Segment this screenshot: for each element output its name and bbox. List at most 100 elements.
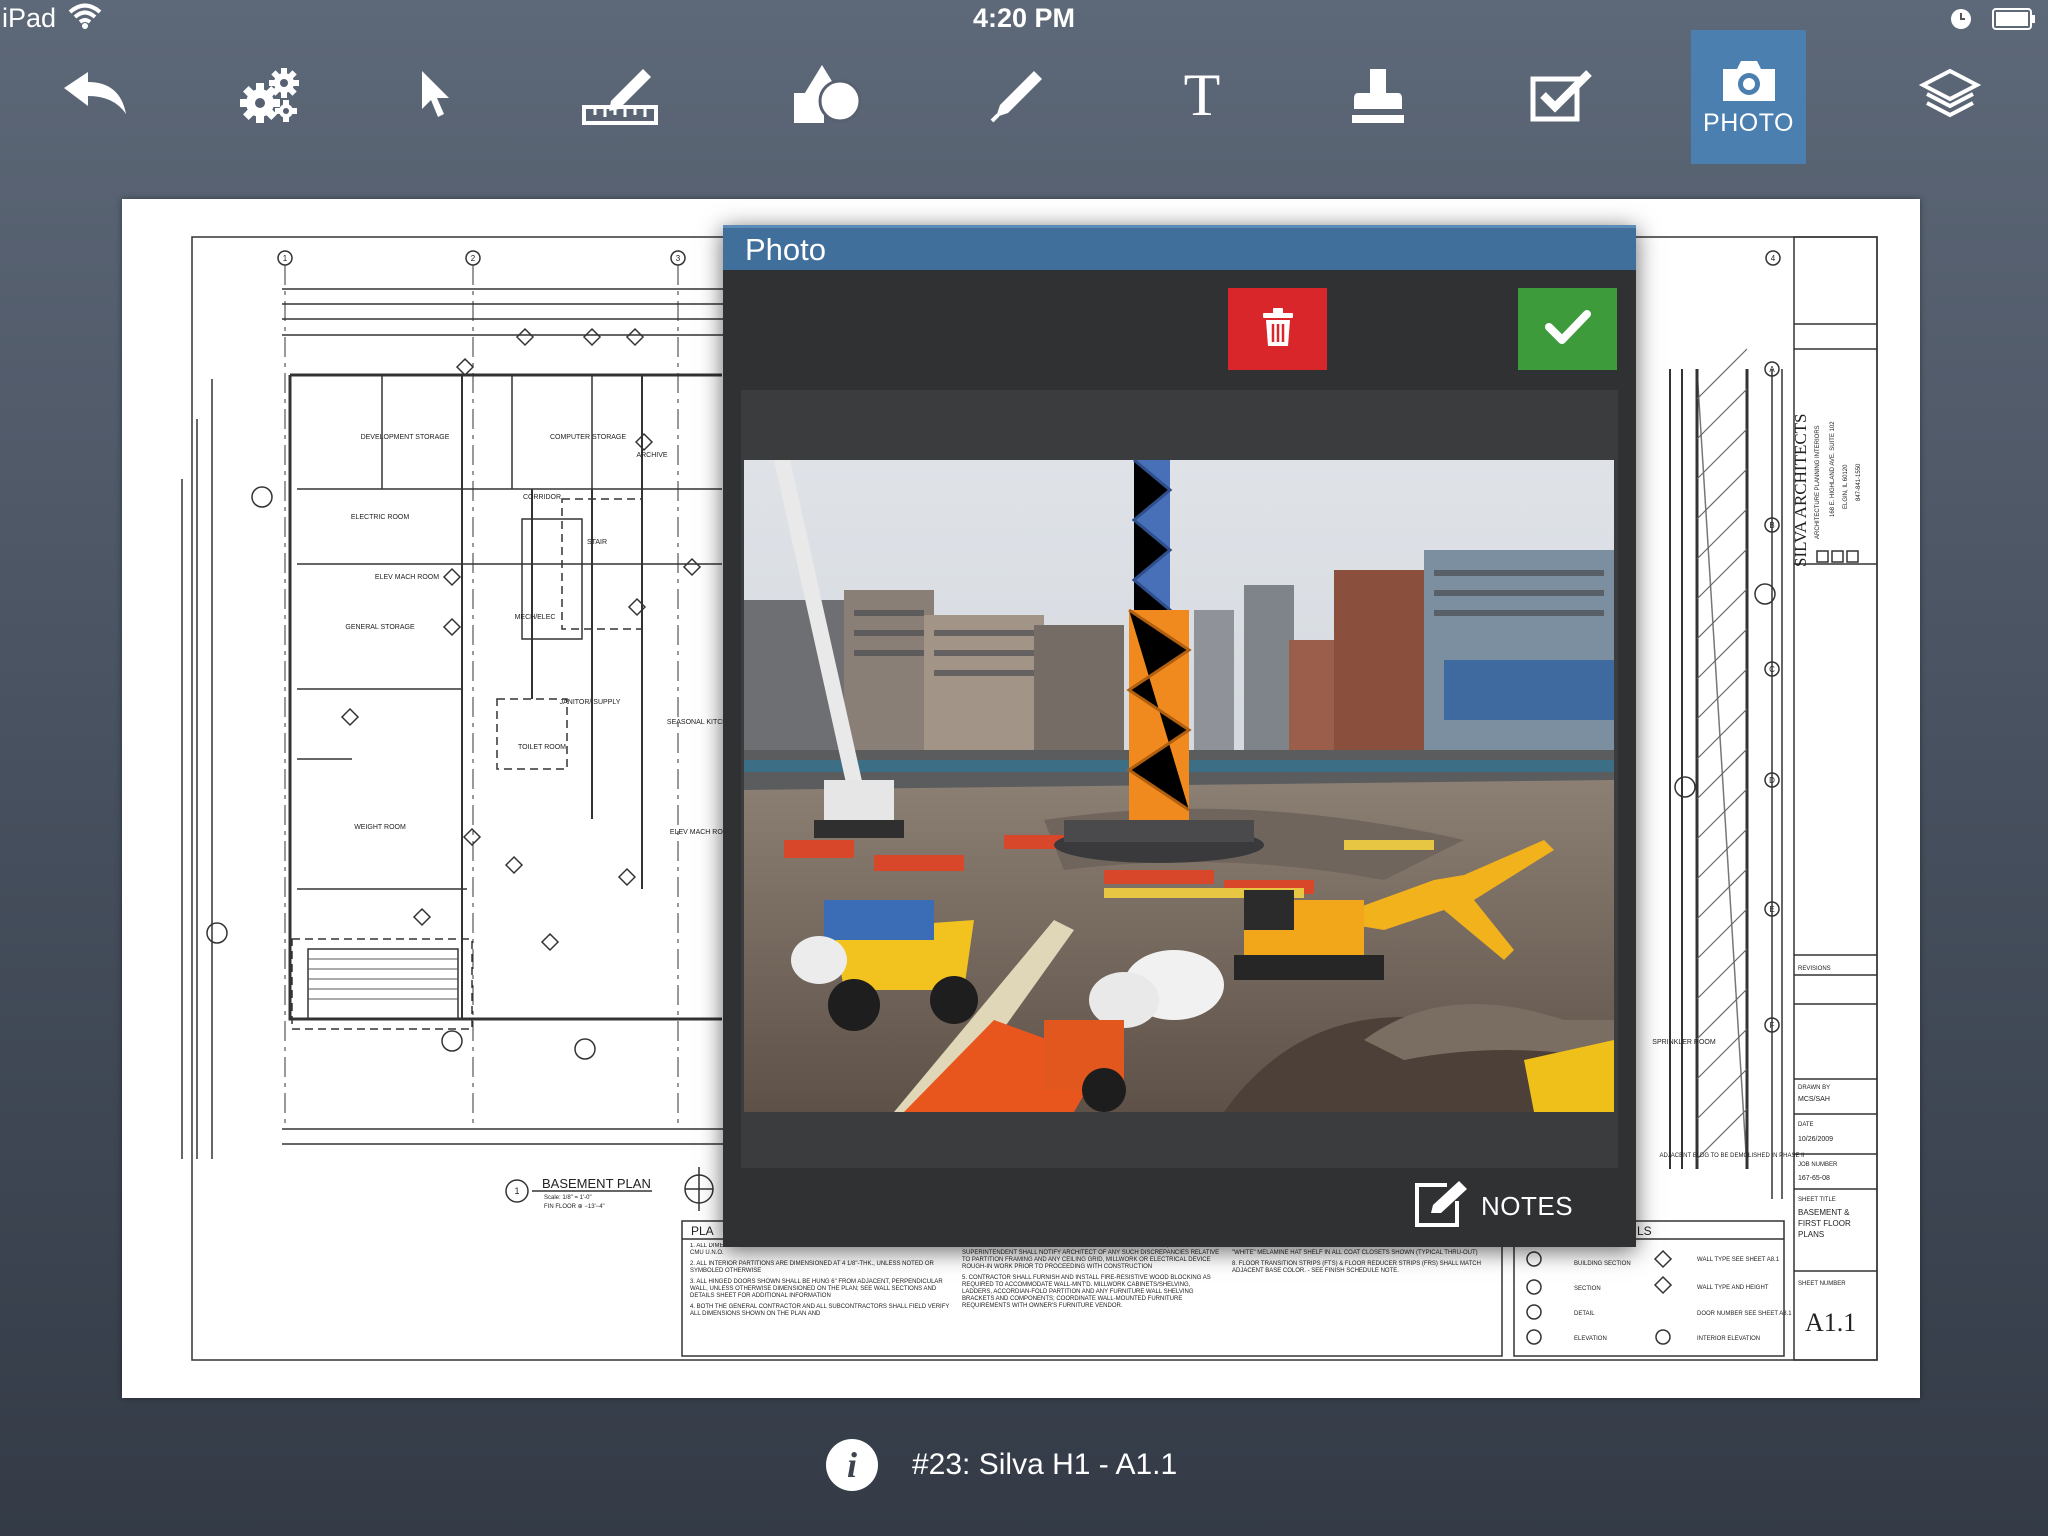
photo-tool-label: PHOTO bbox=[1703, 108, 1794, 137]
checkbox-icon bbox=[1529, 67, 1595, 123]
back-button[interactable] bbox=[55, 36, 135, 154]
room-label: ARCHIVE bbox=[636, 452, 667, 459]
legend-item: INTERIOR ELEVATION bbox=[1697, 1336, 1760, 1342]
grid-letter: F bbox=[1770, 1021, 1775, 1030]
room-label: MECH/ELEC bbox=[515, 614, 556, 621]
adjacent-label: ADJACENT BLDG TO BE DEMOLISHED IN PHASE … bbox=[1659, 1153, 1804, 1159]
room-label: CORRIDOR bbox=[523, 494, 561, 501]
general-note: 2. ALL INTERIOR PARTITIONS ARE DIMENSION… bbox=[690, 1261, 934, 1274]
firm-line: 168 E. HIGHLAND AVE. SUITE 102 bbox=[1830, 421, 1836, 517]
grid-letter: B bbox=[1769, 521, 1774, 530]
sheet-title-line: BASEMENT & bbox=[1798, 1208, 1850, 1217]
legend-item: ELEVATION bbox=[1574, 1336, 1607, 1342]
text-tool-button[interactable]: T bbox=[1162, 36, 1242, 154]
pen-tool-button[interactable] bbox=[980, 36, 1056, 154]
revisions-label: REVISIONS bbox=[1798, 966, 1831, 972]
room-label: DEVELOPMENT STORAGE bbox=[361, 434, 450, 441]
legend-heading: LS bbox=[1637, 1224, 1652, 1238]
general-note: 8. FLOOR TRANSITION STRIPS (FTS) & FLOOR… bbox=[1232, 1261, 1481, 1274]
room-label: SPRINKLER ROOM bbox=[1652, 1039, 1716, 1046]
ruler-pencil-icon bbox=[581, 63, 661, 127]
legend-item: WALL TYPE AND HEIGHT bbox=[1697, 1285, 1769, 1291]
plan-scale: Scale: 1/8" = 1'-0" bbox=[544, 1195, 592, 1201]
notes-button[interactable]: NOTES bbox=[1413, 1180, 1573, 1232]
job-number-label: JOB NUMBER bbox=[1798, 1162, 1838, 1168]
job-number-value: 167-65-08 bbox=[1798, 1175, 1830, 1182]
layers-icon bbox=[1919, 67, 1981, 123]
room-label: COMPUTER STORAGE bbox=[550, 434, 626, 441]
settings-button[interactable] bbox=[230, 36, 310, 154]
notes-label: NOTES bbox=[1481, 1190, 1574, 1221]
room-label: JANITOR/ SUPPLY bbox=[560, 699, 621, 706]
grid-number: 1 bbox=[283, 254, 288, 263]
plan-title: BASEMENT PLAN bbox=[542, 1176, 651, 1191]
general-note: 4. BOTH THE GENERAL CONTRACTOR AND ALL S… bbox=[690, 1304, 950, 1317]
general-note: 5. CONTRACTOR SHALL FURNISH AND INSTALL … bbox=[962, 1275, 1211, 1309]
select-tool-button[interactable] bbox=[405, 36, 465, 154]
shapes-icon bbox=[792, 63, 864, 127]
legend-item: SECTION bbox=[1574, 1286, 1601, 1292]
room-label: STAIR bbox=[587, 539, 607, 546]
sheet-title-line: FIRST FLOOR bbox=[1798, 1219, 1851, 1228]
camera-icon bbox=[1719, 57, 1779, 103]
pointer-arrow-icon bbox=[418, 69, 452, 121]
shapes-tool-button[interactable] bbox=[788, 36, 868, 154]
checkmark-icon bbox=[1544, 309, 1591, 350]
construction-site-photo[interactable] bbox=[744, 460, 1614, 1112]
info-icon[interactable]: i bbox=[826, 1439, 878, 1491]
stamp-tool-button[interactable] bbox=[1340, 36, 1416, 154]
photo-frame bbox=[741, 390, 1618, 1168]
photo-tool-button[interactable]: PHOTO bbox=[1691, 30, 1806, 164]
firm-line: ARCHITECTURE PLANNING INTERIORS bbox=[1815, 425, 1821, 539]
document-footer: i #23: Silva H1 - A1.1 bbox=[826, 1437, 1177, 1493]
date-value: 10/26/2009 bbox=[1798, 1136, 1833, 1143]
dialog-header: Photo bbox=[723, 225, 1636, 270]
delete-photo-button[interactable] bbox=[1228, 288, 1327, 370]
room-label: ELEV MACH ROOM bbox=[375, 574, 439, 581]
checklist-tool-button[interactable] bbox=[1522, 36, 1602, 154]
grid-letter: C bbox=[1769, 665, 1775, 674]
grid-letter: E bbox=[1769, 905, 1774, 914]
legend-item: BUILDING SECTION bbox=[1574, 1261, 1631, 1267]
pen-icon bbox=[988, 65, 1048, 125]
grid-number: 3 bbox=[676, 254, 681, 263]
drawn-by-label: DRAWN BY bbox=[1798, 1085, 1830, 1091]
battery-icon bbox=[1992, 6, 2036, 37]
general-note: SHALL NOTIFY SUPERINTENDENT OF ANY DISCR… bbox=[962, 1243, 1220, 1270]
confirm-photo-button[interactable] bbox=[1518, 288, 1617, 370]
date-label: DATE bbox=[1798, 1122, 1814, 1128]
room-label: WEIGHT ROOM bbox=[354, 824, 406, 831]
sheet-number-value: A1.1 bbox=[1805, 1308, 1856, 1337]
grid-number: 2 bbox=[471, 254, 476, 263]
firm-name: SILVA ARCHITECTS bbox=[1791, 413, 1810, 567]
grid-number: 4 bbox=[1771, 254, 1776, 263]
sheet-title-label: SHEET TITLE bbox=[1798, 1197, 1836, 1203]
plan-number: 1 bbox=[514, 1186, 519, 1196]
legend-item: DETAIL bbox=[1574, 1311, 1595, 1317]
legend-item: WALL TYPE SEE SHEET A8.1 bbox=[1697, 1257, 1780, 1263]
firm-line: ELGIN, IL 60120 bbox=[1843, 464, 1849, 509]
measure-tool-button[interactable] bbox=[578, 36, 664, 154]
sheet-title-line: PLANS bbox=[1798, 1230, 1824, 1239]
document-title: #23: Silva H1 - A1.1 bbox=[912, 1448, 1178, 1481]
dialog-title: Photo bbox=[745, 232, 827, 267]
edit-note-icon bbox=[1413, 1179, 1471, 1234]
legend-item: DOOR NUMBER SEE SHEET A8.1 bbox=[1697, 1311, 1792, 1317]
trash-icon bbox=[1261, 307, 1295, 352]
grid-letter: D bbox=[1769, 776, 1775, 785]
notes-heading: PLA bbox=[691, 1224, 714, 1238]
drawn-by-value: MCS/SAH bbox=[1798, 1096, 1830, 1103]
grid-letter: A bbox=[1769, 365, 1775, 374]
general-note: 3. ALL HINGED DOORS SHOWN SHALL BE HUNG … bbox=[690, 1279, 943, 1299]
firm-line: 847-841-1550 bbox=[1856, 463, 1862, 501]
room-label: ELECTRIC ROOM bbox=[351, 514, 410, 521]
undo-arrow-icon bbox=[60, 70, 130, 120]
photo-dialog: Photo NOTES bbox=[723, 225, 1636, 1247]
room-label: GENERAL STORAGE bbox=[345, 624, 415, 631]
plan-floor: FIN FLOOR ⊕ −13'−4" bbox=[544, 1204, 605, 1210]
stamp-icon bbox=[1350, 65, 1406, 125]
layers-button[interactable] bbox=[1910, 36, 1990, 154]
room-label: TOILET ROOM bbox=[518, 744, 566, 751]
alarm-clock-icon bbox=[1950, 6, 1972, 37]
sheet-number-label: SHEET NUMBER bbox=[1798, 1281, 1846, 1287]
